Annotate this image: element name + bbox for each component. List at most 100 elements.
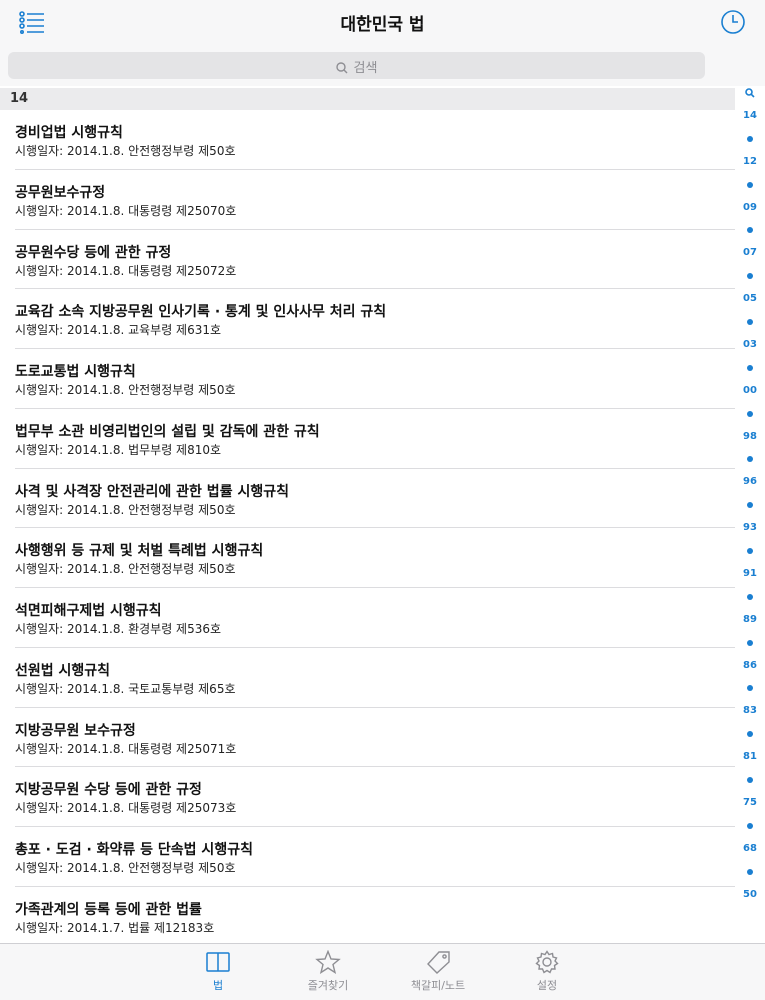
list-item[interactable]: 교육감 소속 지방공무원 인사기록 · 통계 및 인사사무 처리 규칙시행일자:… <box>0 289 735 349</box>
list-item[interactable]: 사격 및 사격장 안전관리에 관한 법률 시행규칙시행일자: 2014.1.8.… <box>0 469 735 529</box>
clock-icon <box>721 10 745 34</box>
index-item[interactable]: 50 <box>738 889 762 900</box>
index-item[interactable]: 86 <box>738 660 762 671</box>
index-dot[interactable] <box>747 639 753 646</box>
law-effective-date: 시행일자: 2014.1.8. 대통령령 제25071호 <box>15 741 237 756</box>
index-dot[interactable] <box>747 456 753 463</box>
index-item[interactable]: 05 <box>738 293 762 304</box>
index-dot[interactable] <box>747 731 753 738</box>
index-item[interactable]: 09 <box>738 202 762 213</box>
index-item[interactable]: 81 <box>738 751 762 762</box>
search-icon <box>335 62 348 74</box>
law-title: 경비업법 시행규칙 <box>15 125 123 141</box>
law-title: 총포 · 도검 · 화약류 등 단속법 시행규칙 <box>15 842 253 858</box>
index-dot[interactable] <box>747 273 753 280</box>
book-icon <box>206 952 230 972</box>
index-item[interactable]: 14 <box>738 110 762 121</box>
law-effective-date: 시행일자: 2014.1.8. 대통령령 제25070호 <box>15 203 237 218</box>
index-item[interactable]: 68 <box>738 843 762 854</box>
index-item[interactable]: 00 <box>738 385 762 396</box>
index-dot[interactable] <box>747 548 753 554</box>
index-dot[interactable] <box>747 364 753 371</box>
search-bar: 검색 <box>0 44 765 86</box>
law-title: 가족관계의 등록 등에 관한 법률 <box>15 901 202 918</box>
index-item[interactable]: 83 <box>738 705 762 716</box>
index-dot[interactable] <box>747 822 753 829</box>
search-input[interactable]: 검색 <box>8 52 705 79</box>
index-item[interactable]: 93 <box>738 522 762 533</box>
list-item[interactable]: 사행행위 등 규제 및 처벌 특례법 시행규칙시행일자: 2014.1.8. 안… <box>0 528 735 588</box>
index-dot[interactable] <box>747 868 753 875</box>
index-dot[interactable] <box>747 319 753 325</box>
law-effective-date: 시행일자: 2014.1.8. 안전행정부령 제50호 <box>15 502 236 517</box>
nav-bar: 대한민국 법 <box>0 0 765 44</box>
tab-label: 법 <box>212 979 224 992</box>
index-item[interactable]: 91 <box>738 568 762 579</box>
law-effective-date: 시행일자: 2014.1.8. 국토교통부령 제65호 <box>15 681 236 696</box>
tab-bar: 법 즐겨찾기 책갈피/노트 설정 <box>0 943 765 1000</box>
index-item[interactable]: 07 <box>738 247 762 258</box>
list-item[interactable]: 석면피해구제법 시행규칙 시행일자: 2014.1.8. 환경부령 제536호 <box>0 588 735 648</box>
law-effective-date: 시행일자: 2014.1.8. 안전행정부령 제50호 <box>15 861 236 875</box>
tab-bookmarks[interactable]: 책갈피/노트 <box>393 950 483 998</box>
law-title: 사행행위 등 규제 및 처벌 특례법 시행규칙 <box>15 543 264 560</box>
index-dot[interactable] <box>747 181 753 188</box>
index-item[interactable]: 03 <box>738 339 762 350</box>
index-item[interactable]: 96 <box>738 476 762 487</box>
list-item[interactable]: 지방공무원 수당 등에 관한 규정시행일자: 2014.1.8. 대통령령 제2… <box>0 767 735 827</box>
page-title: 대한민국 법 <box>340 15 425 35</box>
law-title: 지방공무원 보수규정 <box>15 722 136 739</box>
law-effective-date: 시행일자: 2014.1.8. 안전행정부령 제50호 <box>15 144 236 158</box>
law-title: 지방공무원 수당 등에 관한 규정 <box>15 782 202 799</box>
index-item[interactable]: 12 <box>738 156 762 167</box>
index-item[interactable]: 75 <box>738 797 762 808</box>
law-effective-date: 시행일자: 2014.1.8. 교육부령 제631호 <box>15 323 222 338</box>
law-title: 공무원수당 등에 관한 규정 <box>15 244 172 261</box>
law-effective-date: 시행일자: 2014.1.8. 환경부령 제536호 <box>15 622 222 636</box>
list-item[interactable]: 가족관계의 등록 등에 관한 법률시행일자: 2014.1.7. 법률 제121… <box>0 887 735 947</box>
law-list: 경비업법 시행규칙 시행일자: 2014.1.8. 안전행정부령 제50호 공무원보… <box>0 110 735 947</box>
index-dot[interactable] <box>747 135 753 142</box>
law-effective-date: 시행일자: 2014.1.8. 대통령령 제25073호 <box>15 801 237 816</box>
list-item[interactable]: 도로교통법 시행규칙시행일자: 2014.1.8. 안전행정부령 제50호 <box>0 349 735 409</box>
index-item[interactable]: 89 <box>738 614 762 625</box>
list-item[interactable]: 선원법 시행규칙시행일자: 2014.1.8. 국토교통부령 제65호 <box>0 648 735 708</box>
index-dot[interactable] <box>747 410 753 417</box>
index-dot[interactable] <box>747 502 753 509</box>
law-effective-date: 시행일자: 2014.1.8. 안전행정부령 제50호 <box>15 383 236 397</box>
list-item[interactable]: 지방공무원 보수규정시행일자: 2014.1.8. 대통령령 제25071호 <box>0 708 735 768</box>
list-item[interactable]: 경비업법 시행규칙시행일자: 2014.1.8. 안전행정부령 제50호 <box>0 110 735 170</box>
tab-label: 책갈피/노트 <box>410 979 466 992</box>
index-dot[interactable] <box>747 777 753 783</box>
law-title: 교육감 소속 지방공무원 인사기록 · 통계 및 인사사무 처리 규칙 <box>15 304 387 321</box>
list-item[interactable]: 공무원보수규정시행일자: 2014.1.8. 대통령령 제25070호 <box>0 170 735 230</box>
tab-law[interactable]: 법 <box>173 950 263 998</box>
law-title: 사격 및 사격장 안전관리에 관한 법률 시행규칙 <box>15 483 289 500</box>
list-item[interactable]: 총포 · 도검 · 화약류 등 단속법 시행규칙시행일자: 2014.1.8. … <box>0 827 735 887</box>
law-effective-date: 시행일자: 2014.1.7. 법률 제12183호 <box>15 920 215 935</box>
index-dot[interactable] <box>747 227 753 234</box>
law-title: 선원법 시행규칙 <box>15 662 111 679</box>
law-title: 도로교통법 시행규칙 <box>15 364 136 380</box>
history-button[interactable] <box>720 9 746 35</box>
law-effective-date: 시행일자: 2014.1.8. 대통령령 제25072호 <box>15 263 237 278</box>
list-item[interactable]: 공무원수당 등에 관한 규정시행일자: 2014.1.8. 대통령령 제2507… <box>0 230 735 290</box>
tab-label: 즐겨찾기 <box>307 979 349 992</box>
search-placeholder: 검색 <box>353 61 378 76</box>
index-search-icon[interactable] <box>738 88 762 101</box>
tag-icon <box>427 951 450 974</box>
tab-favorites[interactable]: 즐겨찾기 <box>283 950 373 998</box>
gear-icon <box>535 950 559 974</box>
section-index-bar[interactable]: 14 12 09 07 05 03 00 98 96 93 91 89 86 83 81 75 68 50 <box>738 86 762 906</box>
index-item[interactable]: 98 <box>738 431 762 442</box>
law-title: 법무부 소관 비영리법인의 설립 및 감독에 관한 규칙 <box>15 423 320 440</box>
section-header: 14 <box>0 88 735 110</box>
index-dot[interactable] <box>747 593 753 600</box>
star-icon <box>315 950 341 974</box>
law-title: 공무원보수규정 <box>15 184 106 201</box>
law-effective-date: 시행일자: 2014.1.8. 안전행정부령 제50호 <box>15 562 236 577</box>
tab-settings[interactable]: 설정 <box>502 950 592 998</box>
index-dot[interactable] <box>747 685 753 692</box>
list-item[interactable]: 법무부 소관 비영리법인의 설립 및 감독에 관한 규칙 시행일자: 2014.1… <box>0 409 735 469</box>
tab-label: 설정 <box>536 979 558 992</box>
